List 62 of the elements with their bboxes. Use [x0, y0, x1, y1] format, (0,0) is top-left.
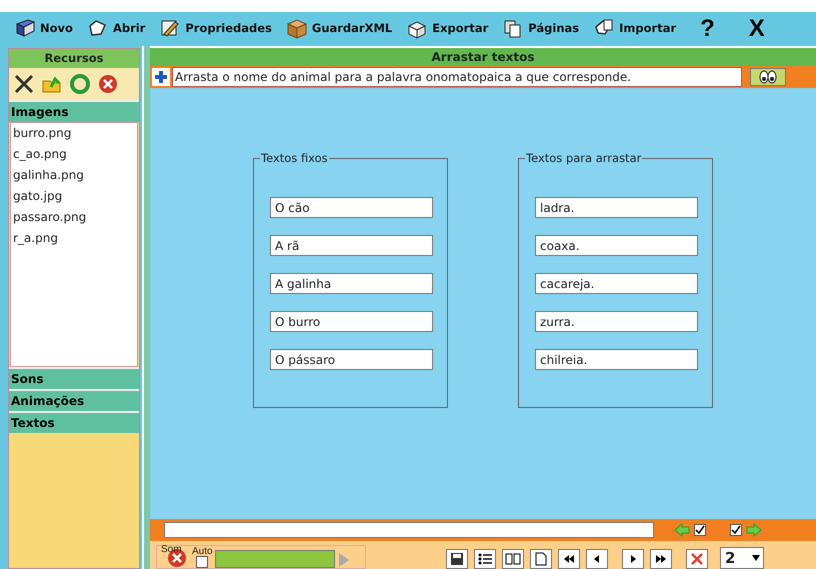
delete-icon: [689, 551, 705, 567]
toolbar-button[interactable]: Abrir: [82, 18, 150, 40]
pages-icon: [505, 551, 521, 567]
file-item[interactable]: burro.png: [11, 123, 137, 144]
toolbar-button[interactable]: Importar: [589, 18, 680, 40]
box-icon: [286, 18, 308, 40]
file-item[interactable]: c_ao.png: [11, 144, 137, 166]
checkbox[interactable]: [196, 556, 208, 568]
section-header[interactable]: Animações: [9, 389, 139, 412]
text-field[interactable]: O cão: [270, 197, 433, 218]
save-icon: [449, 551, 465, 567]
auto-label: Auto: [192, 545, 213, 559]
text-field[interactable]: O burro: [270, 311, 433, 332]
delete-button[interactable]: [686, 549, 708, 569]
previous-button[interactable]: [586, 549, 608, 569]
panel-title: Recursos: [9, 49, 139, 68]
file-item[interactable]: galinha.png: [11, 165, 137, 186]
text-field[interactable]: ladra.: [535, 197, 698, 218]
eyes-icon: [758, 70, 778, 84]
feedback-field[interactable]: [164, 522, 654, 538]
dropdown-icon: [751, 554, 761, 562]
checkbox[interactable]: [730, 524, 742, 536]
instruction-field[interactable]: Arrasta o nome do animal para a palavra onomatopaica a que corresponde.: [172, 67, 742, 87]
new-page-button[interactable]: [530, 549, 552, 569]
first-button[interactable]: [558, 549, 580, 569]
group-legend: Textos para arrastar: [525, 151, 642, 166]
text-field[interactable]: zurra.: [535, 311, 698, 332]
file-item[interactable]: gato.jpg: [11, 186, 137, 208]
toolbar-button[interactable]: Propriedades: [155, 18, 276, 40]
check-icon: [695, 525, 705, 535]
plus-icon: [154, 70, 168, 84]
check-icon: [731, 525, 741, 535]
list-button[interactable]: [474, 549, 496, 569]
section-header[interactable]: Imagens: [9, 100, 139, 122]
text-field[interactable]: coaxa.: [535, 235, 698, 256]
page-select[interactable]: 2: [720, 547, 764, 569]
last-button[interactable]: [650, 549, 672, 569]
file-item[interactable]: passaro.png: [11, 207, 137, 228]
text-field[interactable]: A rã: [270, 235, 433, 256]
toolbar-button[interactable]: GuardarXML: [282, 18, 396, 40]
save-button[interactable]: [446, 549, 468, 569]
pages-button[interactable]: [502, 549, 524, 569]
add-button[interactable]: [152, 68, 170, 86]
text-field[interactable]: O pássaro: [270, 349, 433, 370]
sound-label: Som: [161, 543, 182, 557]
list-icon: [477, 551, 493, 567]
next-button[interactable]: [622, 549, 644, 569]
file-item[interactable]: r_a.png: [11, 228, 137, 250]
new-page-icon: [533, 551, 549, 567]
toolbar-button[interactable]: Exportar: [402, 18, 492, 40]
text-field[interactable]: cacareja.: [535, 273, 698, 294]
checkbox[interactable]: [694, 524, 706, 536]
preview-button[interactable]: [750, 68, 786, 86]
section-header[interactable]: Sons: [9, 367, 139, 390]
toolbar-button[interactable]: Páginas: [498, 18, 584, 40]
text-field[interactable]: chilreia.: [535, 349, 698, 370]
close-button[interactable]: X: [734, 17, 779, 41]
help-button[interactable]: ?: [686, 17, 729, 41]
section-header[interactable]: Textos: [9, 411, 139, 434]
text-field[interactable]: A galinha: [270, 273, 433, 294]
toolbar-button[interactable]: Novo: [10, 18, 77, 40]
page-title: Arrastar textos: [150, 48, 816, 66]
